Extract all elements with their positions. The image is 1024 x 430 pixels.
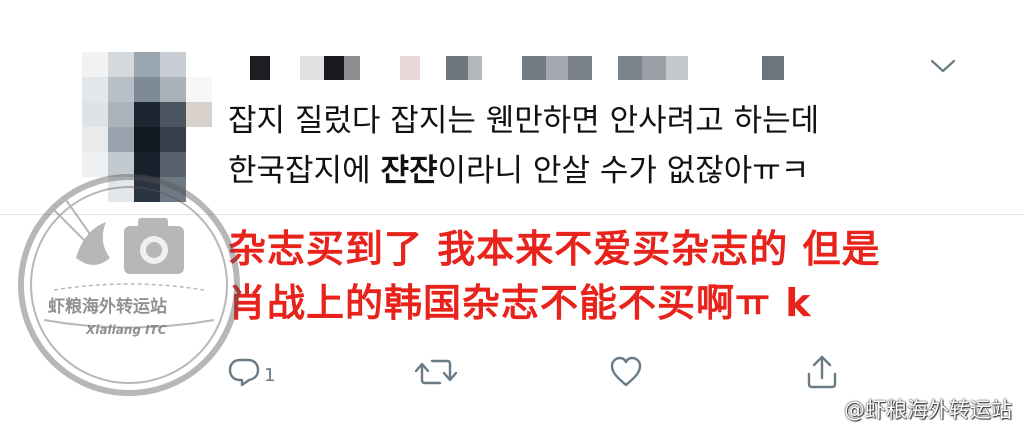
- like-button[interactable]: [608, 352, 644, 392]
- retweet-icon: [414, 354, 458, 390]
- tweet-card: 잡지 질렀다 잡지는 웬만하면 안사려고 하는데 한국잡지에 쟌쟌이라니 안살 …: [0, 0, 1024, 430]
- stamp-subtitle: Xialiang ITC: [86, 323, 167, 337]
- translation-line-1: 杂志买到了 我本来不爱买杂志的 但是: [228, 227, 881, 271]
- action-bar: 1: [226, 352, 846, 392]
- like-icon: [608, 354, 644, 390]
- chevron-down-icon[interactable]: [928, 56, 958, 76]
- korean-line-1: 잡지 질렀다 잡지는 웬만하면 안사려고 하는데: [228, 103, 820, 139]
- weibo-logo-icon: [810, 395, 844, 424]
- stamp-watermark: [14, 170, 244, 400]
- tweet-text-korean: 잡지 질렀다 잡지는 웬만하면 안사려고 하는데 한국잡지에 쟌쟌이라니 안살 …: [228, 96, 988, 196]
- korean-line-2-post: 이라니 안살 수가 없잖아ㅠㅋ: [437, 153, 810, 189]
- retweet-button[interactable]: [414, 352, 458, 392]
- share-icon: [804, 354, 840, 390]
- weibo-watermark: @虾粮海外转运站: [810, 394, 1012, 424]
- share-button[interactable]: [804, 352, 840, 392]
- weibo-watermark-text: @虾粮海外转运站: [844, 398, 1012, 422]
- korean-line-2-bold: 쟌쟌: [380, 153, 438, 189]
- korean-line-2: 한국잡지에 쟌쟌이라니 안살 수가 없잖아ㅠㅋ: [228, 146, 988, 196]
- korean-line-2-pre: 한국잡지에: [228, 153, 381, 189]
- translation-line-2: 肖战上的韩国杂志不能不买啊ㅠ k: [228, 281, 812, 325]
- stamp-title: 虾粮海外转运站: [48, 297, 167, 317]
- reply-count: 1: [264, 364, 276, 386]
- translation-text: 杂志买到了 我本来不爱买杂志的 但是 肖战上的韩国杂志不能不买啊ㅠ k: [228, 222, 1018, 330]
